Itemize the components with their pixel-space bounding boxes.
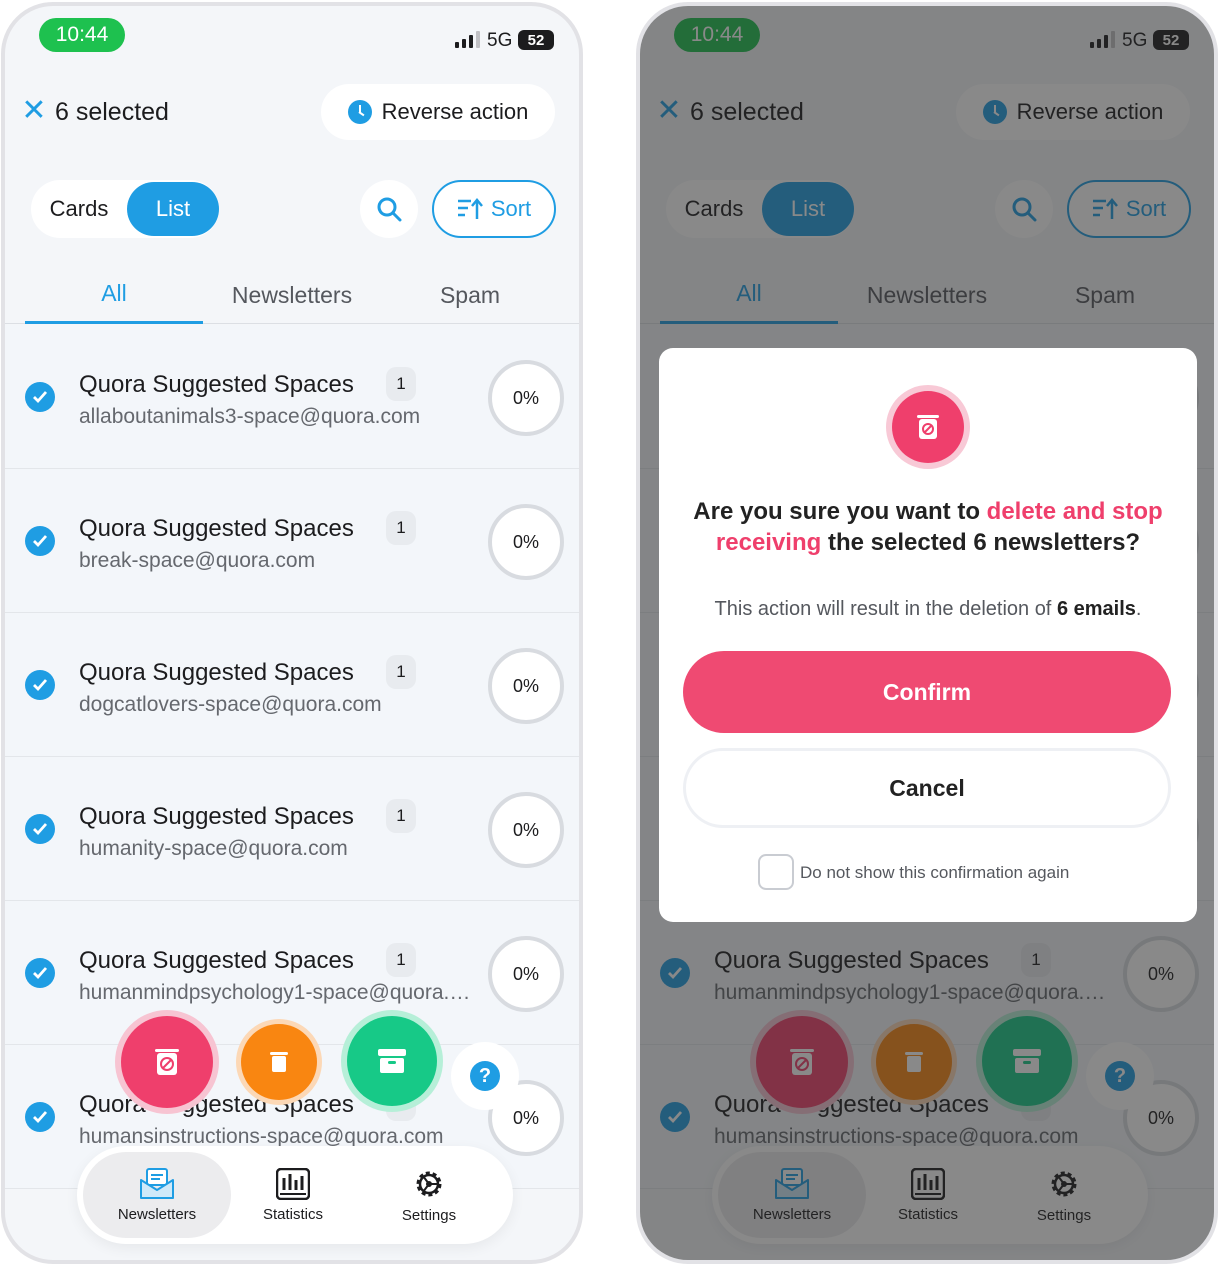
cards-view-option[interactable]: Cards bbox=[31, 182, 127, 236]
sender-email: break-space@quora.com bbox=[79, 549, 316, 572]
filter-tabs: All Newsletters Spam bbox=[5, 266, 579, 324]
dialog-subtitle-start: This action will result in the deletion … bbox=[714, 598, 1057, 620]
check-icon[interactable] bbox=[25, 1102, 55, 1132]
email-count-badge: 1 bbox=[386, 943, 416, 977]
list-item[interactable]: Quora Suggested Spaces 1 humanity-space@… bbox=[5, 757, 579, 901]
search-button[interactable] bbox=[360, 180, 418, 238]
dialog-title: Are you sure you want to delete and stop… bbox=[689, 496, 1167, 558]
phone-screen-confirm: 10:44 5G 52 ✕ 6 selected Reverse action … bbox=[636, 2, 1218, 1264]
list-view-option[interactable]: List bbox=[127, 182, 219, 236]
trash-icon bbox=[270, 1052, 288, 1072]
nav-statistics[interactable]: Statistics bbox=[229, 1152, 357, 1238]
sort-icon bbox=[457, 198, 483, 219]
sender-name: Quora Suggested Spaces bbox=[79, 1091, 354, 1118]
confirm-dialog: Are you sure you want to delete and stop… bbox=[659, 348, 1197, 922]
settings-icon bbox=[416, 1171, 442, 1196]
close-icon[interactable]: ✕ bbox=[21, 96, 47, 126]
selected-count: 6 selected bbox=[55, 98, 169, 126]
reverse-action-label: Reverse action bbox=[381, 99, 529, 124]
help-icon: ? bbox=[470, 1061, 500, 1091]
list-item[interactable]: Quora Suggested Spaces 1 humanmindpsycho… bbox=[5, 901, 579, 1045]
nav-settings[interactable]: Settings bbox=[365, 1152, 493, 1238]
sender-name: Quora Suggested Spaces bbox=[79, 659, 354, 686]
archive-icon bbox=[378, 1049, 406, 1073]
dont-show-again-checkbox[interactable] bbox=[758, 854, 794, 890]
dialog-title-start: Are you sure you want to bbox=[693, 498, 987, 525]
selection-header: ✕ 6 selected Reverse action bbox=[5, 82, 579, 146]
help-button[interactable]: ? bbox=[451, 1042, 519, 1110]
check-icon[interactable] bbox=[25, 670, 55, 700]
sender-email: dogcatlovers-space@quora.com bbox=[79, 693, 382, 716]
archive-button[interactable] bbox=[347, 1016, 437, 1106]
tab-all[interactable]: All bbox=[25, 266, 203, 324]
dialog-email-count: 6 emails bbox=[1056, 598, 1136, 620]
tab-newsletters[interactable]: Newsletters bbox=[203, 266, 381, 324]
trash-stop-icon bbox=[155, 1049, 179, 1075]
dialog-subtitle: This action will result in the deletion … bbox=[669, 598, 1187, 621]
clock-icon bbox=[347, 100, 372, 124]
view-toggle: Cards List bbox=[31, 180, 219, 238]
list-item[interactable]: Quora Suggested Spaces 1 dogcatlovers-sp… bbox=[5, 613, 579, 757]
status-bar: 10:44 5G 52 bbox=[5, 6, 579, 66]
network-label: 5G bbox=[487, 30, 513, 51]
delete-button[interactable] bbox=[241, 1024, 317, 1100]
search-icon bbox=[377, 197, 402, 222]
check-icon[interactable] bbox=[25, 526, 55, 556]
sender-email: humanmindpsychology1-space@quora.com bbox=[79, 981, 479, 1004]
nav-newsletters-label: Newsletters bbox=[117, 1205, 197, 1223]
check-icon[interactable] bbox=[25, 958, 55, 988]
sort-button[interactable]: Sort bbox=[432, 180, 556, 238]
delete-and-unsubscribe-button[interactable] bbox=[121, 1016, 213, 1108]
bottom-navigation: Newsletters Statistics Settings bbox=[77, 1146, 513, 1244]
confirm-button[interactable]: Confirm bbox=[683, 651, 1171, 733]
sender-email: humanity-space@quora.com bbox=[79, 837, 348, 860]
newsletter-icon bbox=[140, 1167, 174, 1199]
open-rate-ring: 0% bbox=[488, 648, 564, 724]
dialog-title-end: the selected 6 newsletters? bbox=[821, 529, 1141, 556]
sender-name: Quora Suggested Spaces bbox=[79, 515, 354, 542]
reverse-action-button[interactable]: Reverse action bbox=[321, 84, 555, 140]
check-icon[interactable] bbox=[25, 382, 55, 412]
email-count-badge: 1 bbox=[386, 655, 416, 689]
nav-statistics-label: Statistics bbox=[262, 1205, 323, 1223]
status-time: 10:44 bbox=[39, 18, 125, 52]
signal-icon bbox=[455, 30, 480, 48]
sender-name: Quora Suggested Spaces bbox=[79, 371, 354, 398]
check-icon[interactable] bbox=[25, 814, 55, 844]
open-rate-ring: 0% bbox=[488, 360, 564, 436]
sender-email: allaboutanimals3-space@quora.com bbox=[79, 405, 421, 428]
email-count-badge: 1 bbox=[386, 367, 416, 401]
phone-screen-list: 10:44 5G 52 ✕ 6 selected Reverse action … bbox=[1, 2, 583, 1264]
nav-newsletters[interactable]: Newsletters bbox=[83, 1152, 231, 1238]
open-rate-ring: 0% bbox=[488, 504, 564, 580]
email-count-badge: 1 bbox=[386, 511, 416, 545]
list-item[interactable]: Quora Suggested Spaces 1 allaboutanimals… bbox=[5, 325, 579, 469]
dialog-subtitle-end: . bbox=[1135, 598, 1142, 620]
open-rate-ring: 0% bbox=[488, 936, 564, 1012]
sender-name: Quora Suggested Spaces bbox=[79, 947, 354, 974]
tab-spam[interactable]: Spam bbox=[381, 266, 559, 324]
email-count-badge: 1 bbox=[386, 799, 416, 833]
sort-label: Sort bbox=[490, 196, 532, 221]
open-rate-ring: 0% bbox=[488, 792, 564, 868]
trash-stop-icon bbox=[892, 391, 964, 463]
dont-show-again-label: Do not show this confirmation again bbox=[800, 863, 1070, 882]
statistics-icon bbox=[276, 1167, 310, 1200]
cancel-button[interactable]: Cancel bbox=[683, 748, 1171, 828]
dialog-icon-ring bbox=[886, 385, 970, 469]
list-item[interactable]: Quora Suggested Spaces 1 break-space@quo… bbox=[5, 469, 579, 613]
sender-name: Quora Suggested Spaces bbox=[79, 803, 354, 830]
nav-settings-label: Settings bbox=[401, 1206, 457, 1224]
battery-icon: 52 bbox=[518, 30, 554, 50]
